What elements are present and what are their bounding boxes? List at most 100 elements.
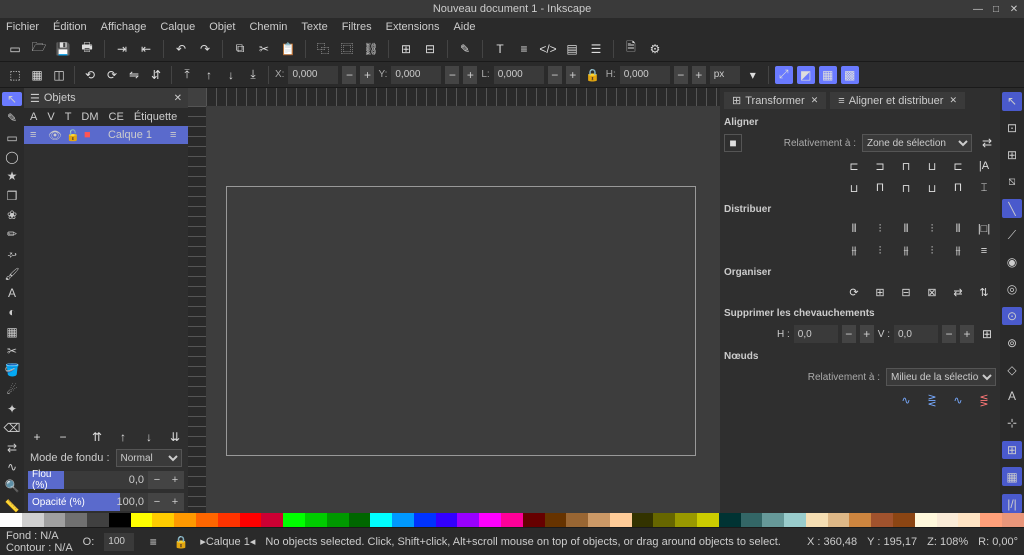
close-icon[interactable]: ✕ <box>949 95 957 106</box>
layer-name[interactable]: Calque 1 <box>108 129 152 141</box>
swatch[interactable] <box>436 513 458 527</box>
layer-visible-icon[interactable]: ≡ <box>144 533 162 551</box>
unit-select[interactable]: px <box>710 66 740 84</box>
w-inc[interactable]: + <box>566 66 580 84</box>
star-tool[interactable]: ★ <box>2 169 22 183</box>
doc-props-icon[interactable]: 🗎 <box>622 40 640 58</box>
affect-gradient-icon[interactable]: ▦ <box>819 66 837 84</box>
h-dec[interactable]: − <box>674 66 688 84</box>
swatch[interactable] <box>131 513 153 527</box>
select-all-icon[interactable]: ⬚ <box>6 66 24 84</box>
tweak-tool[interactable]: ☄ <box>2 383 22 397</box>
print-icon[interactable]: 🖶 <box>78 40 96 58</box>
org-b-icon[interactable]: ⊞ <box>872 284 888 300</box>
bezier-tool[interactable]: 𝀞 <box>2 247 22 262</box>
new-icon[interactable]: ▭ <box>6 40 24 58</box>
y-dec[interactable]: − <box>445 66 459 84</box>
spray-tool[interactable]: ✦ <box>2 402 22 416</box>
align-bottom-icon[interactable]: |A <box>976 158 992 174</box>
dist-d-icon[interactable]: ⫶ <box>924 221 940 237</box>
align-right-icon[interactable]: ⊓ <box>898 158 914 174</box>
swatch[interactable] <box>479 513 501 527</box>
measure-tool[interactable]: 📏 <box>2 499 22 513</box>
affect-pattern-icon[interactable]: ▩ <box>841 66 859 84</box>
ruler-vertical[interactable] <box>188 106 206 513</box>
layer-lock-icon[interactable]: 🔓 <box>66 129 78 142</box>
rotate-ccw-icon[interactable]: ⟲ <box>81 66 99 84</box>
gradient-tool[interactable]: ◐ <box>2 305 22 319</box>
text-icon[interactable]: T <box>491 40 509 58</box>
opacity-dec[interactable]: − <box>148 493 166 511</box>
flip-h-icon[interactable]: ⇋ <box>125 66 143 84</box>
swatch[interactable] <box>501 513 523 527</box>
opacity-value[interactable]: 100,0 <box>120 493 148 511</box>
blur-value[interactable]: 0,0 <box>120 471 148 489</box>
swatch[interactable] <box>44 513 66 527</box>
snap-master-icon[interactable]: ↖ <box>1002 92 1022 111</box>
lower-bottom-icon[interactable]: ⤓ <box>244 66 262 84</box>
snap-h-icon[interactable]: ⊙ <box>1002 307 1022 326</box>
swatch[interactable] <box>653 513 675 527</box>
swatch[interactable] <box>87 513 109 527</box>
swatch[interactable] <box>349 513 371 527</box>
v-input[interactable] <box>894 325 938 343</box>
y-inc[interactable]: + <box>463 66 477 84</box>
swatch[interactable] <box>65 513 87 527</box>
zoom-tool[interactable]: 🔍 <box>2 479 22 493</box>
dist-j-icon[interactable]: ⫶ <box>924 243 940 259</box>
copy-icon[interactable]: ⧉ <box>231 40 249 58</box>
group-icon[interactable]: ⊞ <box>397 40 415 58</box>
menu-filtres[interactable]: Filtres <box>342 21 372 33</box>
prefs-icon[interactable]: ⚙ <box>646 40 664 58</box>
swatch[interactable] <box>240 513 262 527</box>
connector-tool[interactable]: ⇄ <box>2 441 22 455</box>
org-d-icon[interactable]: ⊠ <box>924 284 940 300</box>
menu-affichage[interactable]: Affichage <box>101 21 147 33</box>
dist-e-icon[interactable]: ⫴ <box>950 221 966 237</box>
align-hcenter-icon[interactable]: ⊐ <box>872 158 888 174</box>
lpe-tool[interactable]: ∿ <box>2 460 22 474</box>
org-f-icon[interactable]: ⇅ <box>976 284 992 300</box>
w-dec[interactable]: − <box>548 66 562 84</box>
swatch[interactable] <box>283 513 305 527</box>
redo-icon[interactable]: ↷ <box>196 40 214 58</box>
menu-edition[interactable]: Édition <box>53 21 87 33</box>
xml-editor-icon[interactable]: </> <box>539 40 557 58</box>
3dbox-tool[interactable]: ❒ <box>2 189 22 203</box>
tab-align[interactable]: ≡Aligner et distribuer✕ <box>830 92 965 109</box>
snap-c-icon[interactable]: ⧅ <box>1002 172 1022 191</box>
clone-icon[interactable]: ⿴ <box>338 40 356 58</box>
swatch[interactable] <box>392 513 414 527</box>
snap-b-icon[interactable]: ⊞ <box>1002 146 1022 165</box>
flip-v-icon[interactable]: ⇵ <box>147 66 165 84</box>
import-icon[interactable]: ⇥ <box>113 40 131 58</box>
swatch[interactable] <box>937 513 959 527</box>
layers-icon[interactable]: ☰ <box>587 40 605 58</box>
swatch[interactable] <box>261 513 283 527</box>
affect-scale-icon[interactable]: ⤢ <box>775 66 793 84</box>
calligraphy-tool[interactable]: 🖌 <box>2 267 22 281</box>
blend-select[interactable]: Normal <box>116 449 182 467</box>
swatch[interactable] <box>828 513 850 527</box>
snap-i-icon[interactable]: ⊚ <box>1002 333 1022 352</box>
snap-e-icon[interactable]: ⟋ <box>1002 226 1022 245</box>
duplicate-icon[interactable]: ⿻ <box>314 40 332 58</box>
sr-val[interactable]: 0,00° <box>992 536 1018 548</box>
menu-calque[interactable]: Calque <box>160 21 195 33</box>
add-layer-icon[interactable]: + <box>28 428 46 446</box>
swatch[interactable] <box>849 513 871 527</box>
swatch[interactable] <box>218 513 240 527</box>
swatch[interactable] <box>697 513 719 527</box>
open-icon[interactable]: 🗁 <box>30 40 48 58</box>
layer-row[interactable]: ≡ 👁 🔓 ■ Calque 1 ≡ <box>24 126 188 144</box>
node-d-icon[interactable]: ⋚ <box>976 392 992 408</box>
apply-overlap-icon[interactable]: ⊞ <box>978 325 996 343</box>
swatch[interactable] <box>545 513 567 527</box>
h-dec[interactable]: − <box>842 325 856 343</box>
snap-a-icon[interactable]: ⊡ <box>1002 119 1022 138</box>
close-icon[interactable]: ✕ <box>811 95 819 106</box>
snap-j-icon[interactable]: ◇ <box>1002 360 1022 379</box>
h-input[interactable] <box>794 325 838 343</box>
y-input[interactable]: 0,000 <box>391 66 441 84</box>
snap-l-icon[interactable]: ⊹ <box>1002 414 1022 433</box>
